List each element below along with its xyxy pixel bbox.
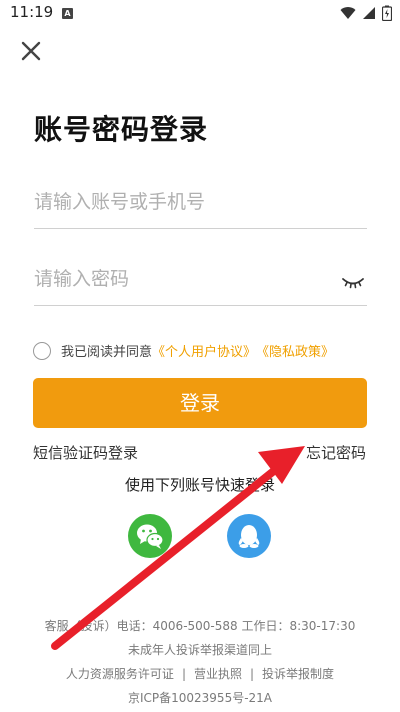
qq-icon [238, 525, 260, 548]
forgot-password-link[interactable]: 忘记密码 [306, 442, 366, 463]
account-input[interactable] [34, 182, 324, 222]
footer-icp: 京ICP备10023955号-21A [127, 691, 273, 705]
separator: | [250, 667, 255, 681]
close-icon [21, 41, 41, 61]
wechat-login-button[interactable] [128, 514, 172, 558]
qq-login-button[interactable] [227, 514, 271, 558]
license-link[interactable]: 人力资源服务许可证 [66, 667, 174, 681]
agreement-row: 我已阅读并同意 《个人用户协议》 《隐私政策》 [33, 341, 334, 360]
battery-charging-icon [382, 5, 392, 21]
footer-links: 人力资源服务许可证 | 营业执照 | 投诉举报制度 [0, 665, 400, 682]
status-time: 11:19 [10, 3, 54, 21]
account-field [34, 182, 367, 229]
login-button[interactable]: 登录 [33, 378, 367, 428]
status-bar: 11:19 A [0, 0, 400, 28]
wifi-icon [340, 7, 356, 20]
quick-login-label: 使用下列账号快速登录 [124, 476, 275, 494]
footer-service-text: 客服（投诉）电话：4006-500-588 工作日：8:30-17:30 [44, 619, 356, 633]
signal-icon [363, 7, 375, 19]
notification-a-icon: A [62, 8, 73, 19]
privacy-policy-link[interactable]: 《隐私政策》 [256, 341, 334, 360]
agree-checkbox[interactable] [33, 341, 51, 360]
password-input[interactable] [34, 259, 324, 299]
sms-login-link[interactable]: 短信验证码登录 [33, 442, 138, 463]
agree-text: 我已阅读并同意 [61, 345, 153, 360]
wechat-icon [137, 524, 164, 549]
password-field [34, 259, 367, 306]
report-system-link[interactable]: 投诉举报制度 [262, 667, 334, 681]
close-button[interactable] [18, 38, 44, 64]
business-license-link[interactable]: 营业执照 [194, 667, 242, 681]
toggle-password-visibility-button[interactable] [341, 275, 365, 289]
separator: | [181, 667, 186, 681]
eye-closed-icon [342, 278, 364, 289]
system-icons [340, 5, 392, 21]
page-title: 账号密码登录 [34, 113, 209, 146]
footer-minor-report: 未成年人投诉举报渠道同上 [127, 643, 272, 657]
user-agreement-link[interactable]: 《个人用户协议》 [152, 341, 256, 360]
